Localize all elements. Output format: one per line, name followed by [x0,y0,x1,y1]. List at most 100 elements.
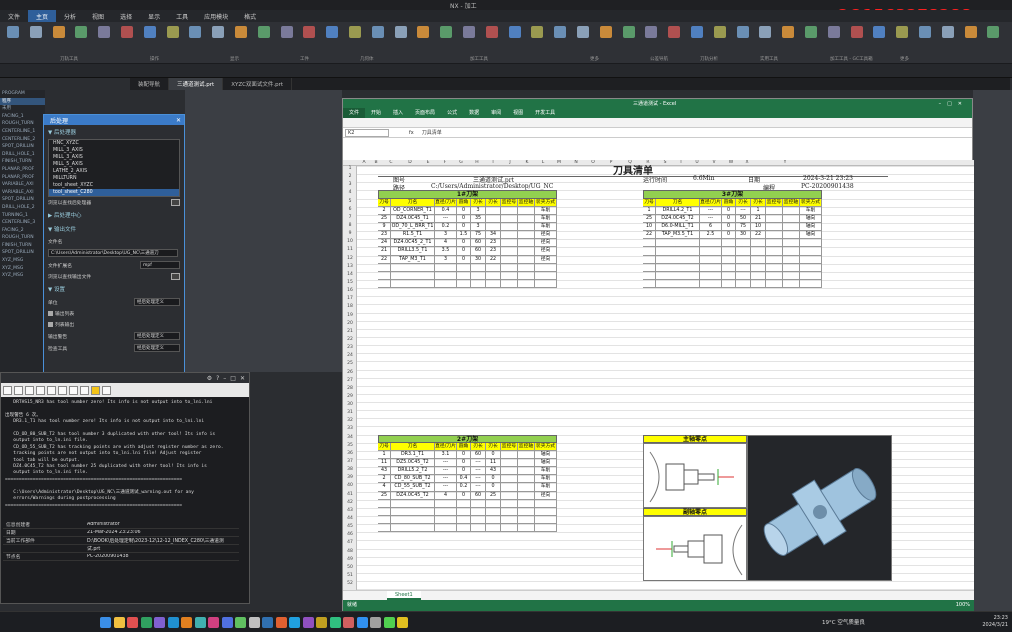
turret3-cell[interactable]: 22 [751,231,766,240]
ribbon-button[interactable] [414,26,432,48]
list-output-row[interactable]: 输出列表 [44,308,184,319]
turret3-cell[interactable] [700,263,722,272]
turret1-cell[interactable]: 25 [378,214,391,223]
ribbon-button[interactable] [232,26,250,48]
navigator-row[interactable]: SPOT_DRILLIN [0,196,45,204]
ribbon-button[interactable] [506,26,524,48]
turret2-cell[interactable]: 0.4 [457,475,471,484]
excel-menu-item[interactable]: 数据 [463,108,485,118]
turret3-cell[interactable]: --- [700,206,722,215]
turret1-cell[interactable]: 9 [378,222,391,232]
turret2-cell[interactable]: 2 [378,475,391,484]
taskbar-app-icon[interactable] [167,617,179,628]
turret2-cell[interactable] [501,450,518,460]
taskbar-app-icon[interactable] [194,617,206,628]
navigator-row[interactable]: FINISH_TURN [0,158,45,166]
turret1-cell[interactable] [518,247,535,256]
turret2-cell[interactable]: 轴向 [535,459,557,468]
turret1-cell[interactable] [457,263,471,272]
turret2-cell[interactable]: 0.2 [457,483,471,492]
turret3-cell[interactable] [751,239,766,248]
turret1-cell[interactable]: DRILL3.5_T1 [391,247,435,256]
font-down-icon[interactable] [69,385,78,395]
turret1-cell[interactable]: 30 [471,255,486,264]
ribbon-button[interactable] [756,26,774,48]
turret1-cell[interactable]: 1.5 [457,231,471,240]
turret1-cell[interactable] [518,231,535,240]
turret2-cell[interactable] [501,516,518,525]
turret1-cell[interactable]: 22 [486,255,501,264]
ribbon-button[interactable] [437,26,455,48]
turret1-cell[interactable]: 车削 [535,214,557,223]
post-item[interactable]: MILLTURN [49,175,179,182]
turret1-cell[interactable] [471,279,486,289]
turret2-cell[interactable]: 车削 [535,483,557,492]
turret2-cell[interactable]: 0 [486,450,501,460]
navigator-row[interactable]: PROGRAM [0,90,45,98]
folder-icon[interactable] [171,199,180,206]
turret3-cell[interactable] [722,279,736,289]
turret1-cell[interactable] [501,222,518,232]
turret1-cell[interactable] [501,206,518,215]
ribbon-button[interactable] [642,26,660,48]
turret1-cell[interactable] [471,263,486,272]
turret2-cell[interactable] [391,507,435,516]
navigator-row[interactable]: DRILL_HOLE_2 [0,204,45,212]
turret2-cell[interactable]: 60 [471,491,486,500]
maximize-icon[interactable]: □ [230,375,236,382]
nx-tab[interactable]: 主页 [28,10,57,22]
turret2-cell[interactable] [457,524,471,533]
close-icon[interactable]: ✕ [176,117,181,124]
ribbon-button[interactable] [141,26,159,48]
turret3-cell[interactable] [800,239,822,248]
ribbon-button[interactable] [779,26,797,48]
turret3-cell[interactable]: 10 [643,222,656,232]
turret1-cell[interactable] [435,263,457,272]
turret1-cell[interactable]: OD_CORNER_T1 [391,206,435,215]
turret2-cell[interactable] [501,459,518,468]
taskbar-app-icon[interactable] [127,617,138,628]
turret1-cell[interactable] [501,279,518,289]
clock[interactable]: 23:23 2024/3/21 [982,615,1008,629]
turret3-cell[interactable] [800,279,822,289]
highlight-icon[interactable] [91,385,100,395]
ribbon-button[interactable] [460,26,478,48]
turret1-cell[interactable]: 车削 [535,222,557,232]
turret2-cell[interactable] [518,475,535,484]
turret2-cell[interactable]: --- [471,483,486,492]
turret3-cell[interactable] [800,247,822,256]
turret3-cell[interactable]: DZ4.0C45_T2 [656,214,700,223]
ribbon-button[interactable] [984,26,1002,48]
turret1-cell[interactable]: DZ4.0C45_T1 [391,214,435,223]
turret3-cell[interactable]: TAP_M3.5_T1 [656,231,700,240]
list-output-checkbox[interactable] [48,311,53,316]
turret1-cell[interactable] [535,263,557,272]
turret1-cell[interactable] [518,271,535,280]
fx-icon[interactable]: fx [409,130,414,136]
section-output[interactable]: ▼ 输出文件 [44,222,184,236]
nx-tab[interactable]: 应用模块 [196,10,236,22]
turret2-cell[interactable] [486,524,501,533]
turret1-cell[interactable]: OD_70_L_BRR_T1 [391,222,435,232]
navigator-row[interactable]: VARIABLE_AXI [0,181,45,189]
turret2-cell[interactable] [471,499,486,508]
turret1-cell[interactable] [457,279,471,289]
ribbon-button[interactable] [209,26,227,48]
file-tab[interactable]: 装配导航 [130,78,170,90]
turret3-cell[interactable] [766,279,783,289]
ribbon-button[interactable] [870,26,888,48]
turret2-cell[interactable] [535,499,557,508]
turret2-cell[interactable]: 径向 [535,491,557,500]
turret2-cell[interactable] [435,524,457,533]
turret3-cell[interactable] [751,279,766,289]
navigator-row[interactable]: PLANAR_PROF [0,166,45,174]
turret3-cell[interactable]: 25 [643,214,656,223]
turret2-cell[interactable] [435,516,457,525]
turret3-cell[interactable]: DRILL4.2_T1 [656,206,700,215]
nx-tab[interactable]: 工具 [168,10,196,22]
turret1-cell[interactable] [501,271,518,280]
turret2-cell[interactable]: 1 [378,450,391,460]
turret3-cell[interactable]: 6 [700,222,722,232]
ribbon-button[interactable] [551,26,569,48]
turret2-cell[interactable] [457,516,471,525]
